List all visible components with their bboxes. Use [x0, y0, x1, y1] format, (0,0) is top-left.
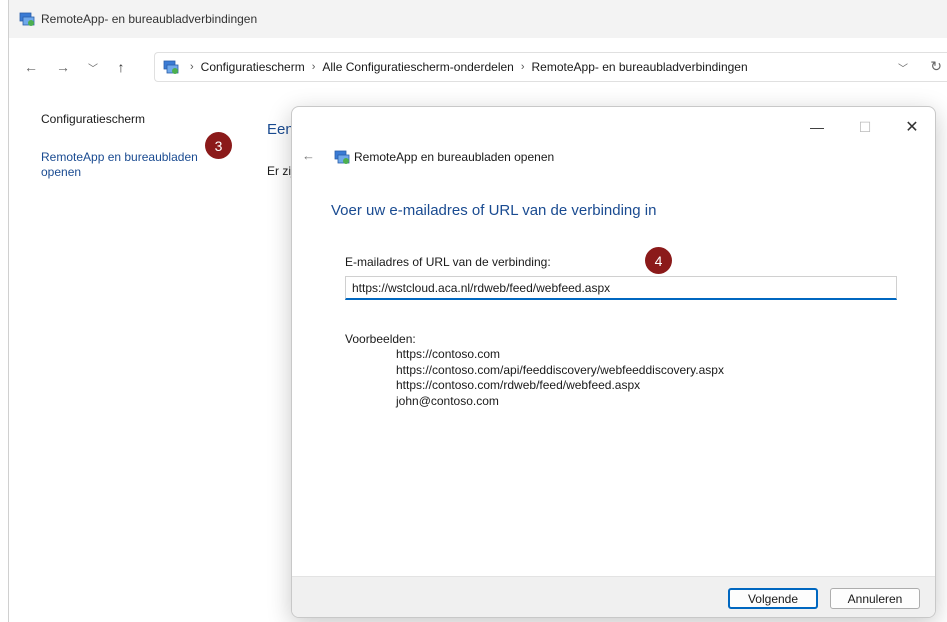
- step-badge-3: 3: [205, 132, 232, 159]
- breadcrumb-item[interactable]: Alle Configuratiescherm-onderdelen: [322, 60, 513, 74]
- arrow-left-icon[interactable]: ←: [302, 148, 315, 163]
- address-bar[interactable]: › Configuratiescherm › Alle Configuratie…: [154, 52, 947, 82]
- example-item: john@contoso.com: [396, 394, 499, 408]
- control-panel-icon: [163, 60, 179, 74]
- url-input[interactable]: [345, 276, 897, 300]
- step-badge-4: 4: [645, 247, 672, 274]
- minimize-icon[interactable]: —: [802, 117, 832, 137]
- example-item: https://contoso.com/rdweb/feed/webfeed.a…: [396, 378, 641, 392]
- breadcrumb-item[interactable]: RemoteApp- en bureaubladverbindingen: [532, 60, 748, 74]
- chevron-down-icon[interactable]: ﹀: [898, 60, 908, 75]
- window-title: RemoteApp- en bureaubladverbindingen: [41, 12, 258, 26]
- sidebar-item-control-panel[interactable]: Configuratiescherm: [41, 112, 145, 127]
- maximize-icon: ☐: [858, 118, 872, 135]
- arrow-up-icon[interactable]: ↑: [109, 55, 133, 79]
- chevron-down-icon[interactable]: ﹀: [81, 55, 105, 79]
- chevron-right-icon[interactable]: ›: [312, 61, 316, 73]
- sidebar: Configuratiescherm RemoteApp en bureaubl…: [9, 96, 239, 622]
- remoteapp-icon: [334, 150, 350, 164]
- sidebar-item-open-remoteapp[interactable]: RemoteApp en bureaubladen openen: [41, 150, 211, 180]
- window-titlebar: RemoteApp- en bureaubladverbindingen: [9, 0, 947, 38]
- example-item: https://contoso.com: [396, 347, 501, 361]
- dialog-heading: Voer uw e-mailadres of URL van de verbin…: [331, 202, 657, 219]
- chevron-right-icon[interactable]: ›: [521, 61, 525, 73]
- chevron-right-icon[interactable]: ›: [190, 61, 194, 73]
- examples-label: Voorbeelden:: [345, 332, 416, 346]
- arrow-left-icon[interactable]: ←: [19, 55, 43, 79]
- url-field-label: E-mailadres of URL van de verbinding:: [345, 255, 551, 269]
- refresh-icon[interactable]: ↻: [930, 58, 942, 75]
- close-icon[interactable]: ✕: [897, 117, 927, 137]
- remoteapp-icon: [19, 12, 35, 26]
- next-button[interactable]: Volgende: [728, 588, 818, 609]
- navigation-bar: ← → ﹀ ↑ › Configuratiescherm › Alle Conf…: [9, 38, 947, 96]
- cancel-button[interactable]: Annuleren: [830, 588, 920, 609]
- arrow-right-icon[interactable]: →: [51, 55, 75, 79]
- example-item: https://contoso.com/api/feeddiscovery/we…: [396, 363, 724, 377]
- dialog-title: RemoteApp en bureaubladen openen: [354, 150, 555, 164]
- breadcrumb-item[interactable]: Configuratiescherm: [201, 60, 305, 74]
- remoteapp-dialog: — ☐ ✕ ← RemoteApp en bureaubladen openen…: [291, 106, 936, 618]
- dialog-footer: Volgende Annuleren: [292, 576, 935, 617]
